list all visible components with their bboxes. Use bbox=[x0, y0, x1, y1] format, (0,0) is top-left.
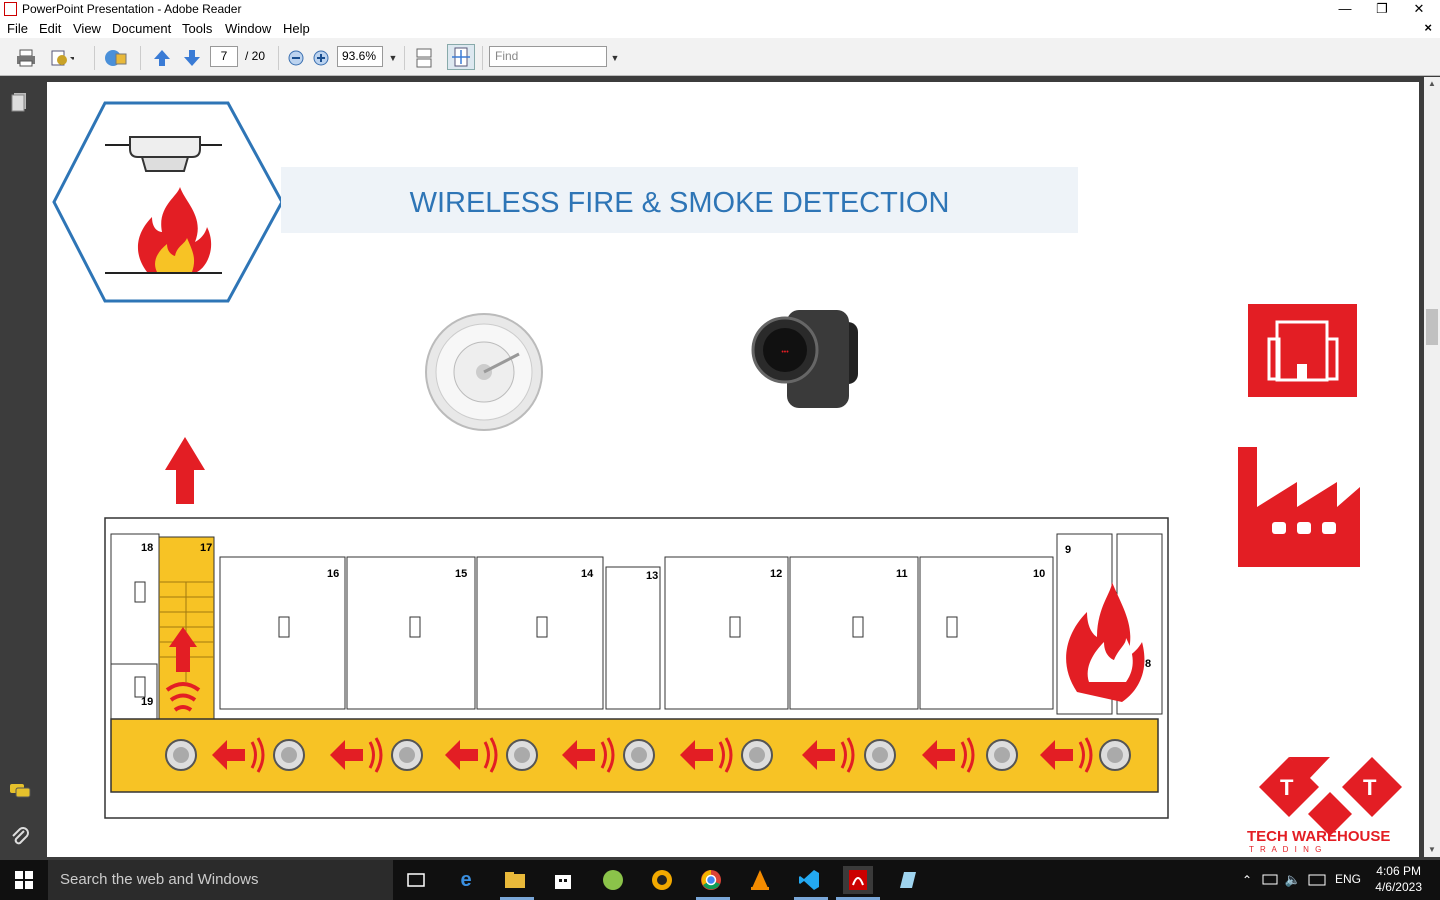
room-label-17: 17 bbox=[200, 542, 213, 554]
menu-edit[interactable]: Edit bbox=[39, 21, 61, 36]
menu-bar: File Edit View Document Tools Window Hel… bbox=[0, 18, 1440, 38]
adobe-reader-icon bbox=[4, 2, 17, 16]
page-total-label: / 20 bbox=[245, 49, 266, 63]
chrome-browser-icon[interactable] bbox=[696, 866, 726, 894]
room-label-11: 11 bbox=[896, 568, 908, 580]
zoom-in-icon[interactable] bbox=[309, 47, 333, 69]
zoom-out-icon[interactable] bbox=[284, 47, 308, 69]
room-label-16: 16 bbox=[327, 568, 340, 580]
room-label-8: 8 bbox=[1145, 658, 1152, 670]
keyboard-icon[interactable] bbox=[1302, 866, 1332, 894]
corridor-detector-icon bbox=[506, 739, 538, 771]
room-label-15: 15 bbox=[455, 568, 468, 580]
vscode-icon[interactable] bbox=[794, 866, 824, 894]
room-label-12: 12 bbox=[770, 568, 783, 580]
close-button[interactable]: ✕ bbox=[1400, 0, 1438, 18]
file-explorer-icon[interactable] bbox=[500, 866, 530, 894]
restore-button[interactable]: ❐ bbox=[1363, 0, 1401, 18]
factory-icon bbox=[1238, 447, 1360, 567]
room-label-18: 18 bbox=[141, 542, 154, 554]
room-label-10: 10 bbox=[1033, 568, 1046, 580]
windows-taskbar: Search the web and Windows e ⌃ 🔈 ENG 4:0 bbox=[0, 860, 1440, 900]
start-windows-icon[interactable] bbox=[9, 866, 39, 894]
building-icon bbox=[1248, 304, 1357, 397]
page-number-input[interactable]: 7 bbox=[210, 46, 238, 67]
vlc-player-icon[interactable] bbox=[745, 866, 775, 894]
exit-arrow-icon bbox=[165, 437, 205, 504]
share-icon[interactable] bbox=[50, 47, 74, 69]
menu-tools[interactable]: Tools bbox=[182, 21, 212, 36]
menu-view[interactable]: View bbox=[73, 21, 101, 36]
menu-help[interactable]: Help bbox=[283, 21, 310, 36]
corridor-detector-icon bbox=[1099, 739, 1131, 771]
fit-page-button[interactable] bbox=[447, 44, 475, 70]
input-language-label[interactable]: ENG bbox=[1335, 872, 1361, 886]
corridor-detector-icon bbox=[986, 739, 1018, 771]
room-label-19: 19 bbox=[141, 696, 154, 708]
scroll-up-arrow-icon[interactable]: ▲ bbox=[1428, 79, 1436, 88]
pdf-page: ••• 18 17 16 15 14 13 12 11 10 9 8 19 T … bbox=[47, 82, 1419, 857]
fire-detector-hexagon-icon bbox=[52, 101, 284, 303]
print-icon[interactable] bbox=[14, 47, 38, 69]
clock-time: 4:06 PM bbox=[1376, 864, 1421, 878]
floor-plan bbox=[104, 517, 1169, 819]
logo-letter-t-left: T bbox=[1280, 775, 1294, 800]
menu-file[interactable]: File bbox=[7, 21, 28, 36]
brand-name: TECH WAREHOUSE bbox=[1247, 828, 1391, 845]
collaborate-icon[interactable] bbox=[104, 47, 128, 69]
corridor-detector-icon bbox=[864, 739, 896, 771]
heat-detector-image bbox=[425, 313, 543, 431]
smartwatch-pager-image: ••• bbox=[751, 310, 858, 408]
minimize-button[interactable]: — bbox=[1326, 0, 1364, 18]
corridor-detector-icon bbox=[391, 739, 423, 771]
scroll-down-arrow-icon[interactable]: ▼ bbox=[1428, 845, 1436, 854]
brand-subtitle: T R A D I N G bbox=[1249, 845, 1324, 854]
zoom-dropdown-arrow-icon[interactable]: ▼ bbox=[381, 47, 405, 69]
svg-text:•••: ••• bbox=[781, 349, 789, 356]
taskbar-search-input[interactable]: Search the web and Windows bbox=[48, 860, 393, 900]
scrollbar-thumb[interactable] bbox=[1426, 309, 1438, 345]
attachments-paperclip-icon[interactable] bbox=[9, 825, 31, 847]
find-input[interactable]: Find bbox=[489, 46, 607, 67]
corridor-detector-icon bbox=[741, 739, 773, 771]
title-bar: PowerPoint Presentation - Adobe Reader —… bbox=[0, 0, 1440, 18]
window-title: PowerPoint Presentation - Adobe Reader bbox=[22, 2, 242, 16]
slide-title-banner: WIRELESS FIRE & SMOKE DETECTION bbox=[281, 167, 1078, 233]
green-app-icon[interactable] bbox=[598, 866, 628, 894]
scrolling-mode-icon[interactable] bbox=[412, 47, 436, 69]
vertical-scrollbar[interactable]: ▲ ▼ bbox=[1424, 77, 1440, 857]
task-view-icon[interactable] bbox=[401, 866, 431, 894]
corridor-detector-icon bbox=[273, 739, 305, 771]
find-dropdown-arrow-icon[interactable]: ▼ bbox=[603, 47, 627, 69]
clock-date: 4/6/2023 bbox=[1375, 880, 1422, 894]
adobe-reader-taskbar-icon[interactable] bbox=[843, 866, 873, 894]
previous-page-arrow-icon[interactable] bbox=[150, 47, 174, 69]
pages-panel-icon[interactable] bbox=[9, 91, 31, 113]
corridor-detector-icon bbox=[623, 739, 655, 771]
slide-title: WIRELESS FIRE & SMOKE DETECTION bbox=[409, 187, 950, 219]
navigation-panel bbox=[0, 77, 42, 857]
store-icon[interactable] bbox=[548, 866, 578, 894]
room-label-14: 14 bbox=[581, 568, 594, 580]
system-clock[interactable]: 4:06 PM 4/6/2023 bbox=[1375, 863, 1422, 895]
zoom-level-select[interactable]: 93.6% bbox=[337, 46, 383, 67]
toolbar: 7 / 20 93.6% ▼ Find ▼ bbox=[0, 38, 1440, 76]
menu-window[interactable]: Window bbox=[225, 21, 271, 36]
vpn-shield-icon[interactable] bbox=[647, 866, 677, 894]
logo-letter-t-right: T bbox=[1363, 775, 1377, 800]
room-label-9: 9 bbox=[1065, 544, 1072, 556]
comments-panel-icon[interactable] bbox=[9, 782, 31, 804]
corridor-detector-icon bbox=[165, 739, 197, 771]
menu-document[interactable]: Document bbox=[112, 21, 171, 36]
next-page-arrow-icon[interactable] bbox=[180, 47, 204, 69]
notepad-app-icon[interactable] bbox=[892, 866, 922, 894]
close-document-icon[interactable]: × bbox=[1424, 20, 1432, 35]
edge-browser-icon[interactable]: e bbox=[451, 866, 481, 894]
room-label-13: 13 bbox=[646, 570, 659, 582]
